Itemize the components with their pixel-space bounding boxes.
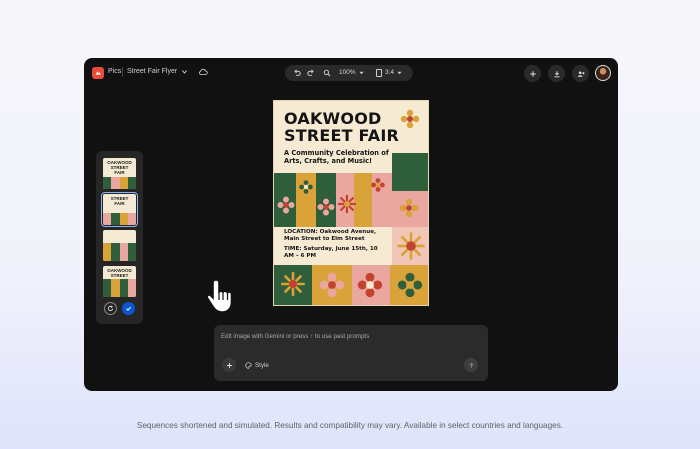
redo-icon[interactable]: [307, 69, 315, 77]
style-button[interactable]: Style: [245, 359, 269, 371]
arrow-up-icon: [468, 362, 474, 368]
aspect-ratio[interactable]: 3:4: [385, 69, 394, 76]
canvas-area: OAKWOOD STREET FAIR STREET FAIR OAKWOOD …: [84, 88, 618, 391]
avatar[interactable]: [595, 65, 611, 81]
flower-decoration: [319, 272, 345, 298]
flower-decoration: [397, 272, 423, 298]
hand-pointer-icon: [206, 279, 233, 313]
cloud-saved-icon: [199, 68, 208, 75]
prompt-input[interactable]: Edit image with Gemini or press ↑ to use…: [221, 333, 369, 340]
disclaimer-text: Sequences shortened and simulated. Resul…: [136, 421, 564, 430]
canvas-controls: 100% 3:4: [285, 65, 413, 81]
thumbnail-pattern: [103, 213, 136, 225]
aspect-ratio-dropdown-icon[interactable]: [397, 71, 402, 75]
send-button[interactable]: [464, 358, 478, 372]
app-logo-icon[interactable]: [92, 67, 104, 79]
thumbnail-pattern: [103, 177, 136, 189]
flower-decoration: [371, 178, 385, 192]
thumbnail-title: STREET FAIR: [110, 196, 129, 206]
download-icon: [553, 70, 560, 77]
flower-decoration: [299, 180, 313, 194]
thumbnail-1[interactable]: OAKWOOD STREET FAIR: [103, 158, 136, 189]
thumbnail-3[interactable]: [103, 230, 136, 261]
thumbnail-pattern: [103, 279, 136, 297]
thumbnail-title: OAKWOOD STREET FAIR: [107, 160, 132, 175]
flower-decoration: [399, 198, 419, 218]
flower-decoration: [277, 196, 295, 214]
poster-title: OAKWOOD STREET FAIR: [284, 109, 400, 145]
version-thumbnails-panel: OAKWOOD STREET FAIR STREET FAIR OAKWOOD …: [96, 151, 143, 324]
chevron-down-icon[interactable]: [181, 69, 188, 75]
thumbnail-2[interactable]: STREET FAIR: [101, 192, 138, 227]
poster-location: LOCATION: Oakwood Avenue, Main Street to…: [284, 229, 377, 242]
prompt-composer: Edit image with Gemini or press ↑ to use…: [214, 325, 488, 381]
top-bar: Pics Street Fair Flyer 100% 3:4: [84, 58, 618, 88]
app-name: Pics: [108, 68, 122, 75]
zoom-level[interactable]: 100%: [339, 69, 356, 76]
poster-time: TIME: Saturday, June 15th, 10 AM – 6 PM: [284, 246, 378, 259]
zoom-dropdown-icon[interactable]: [359, 71, 364, 75]
palette-icon: [245, 361, 252, 369]
pattern-tile: [392, 153, 428, 191]
regenerate-button[interactable]: [104, 302, 117, 315]
title-divider: [122, 67, 123, 77]
plus-icon: [529, 70, 536, 77]
flower-decoration: [397, 232, 425, 260]
share-button[interactable]: [572, 65, 589, 82]
document-title[interactable]: Street Fair Flyer: [127, 68, 177, 75]
download-button[interactable]: [548, 65, 565, 82]
zoom-icon[interactable]: [323, 69, 331, 77]
flower-decoration: [281, 272, 305, 296]
poster-subtitle: A Community Celebration of Arts, Crafts,…: [284, 149, 389, 165]
add-attachment-button[interactable]: [222, 358, 236, 372]
plus-icon: [226, 362, 232, 368]
thumbnail-pattern: [103, 243, 136, 261]
confirm-button[interactable]: [122, 302, 135, 315]
flower-decoration: [317, 198, 335, 216]
flower-decoration: [357, 272, 383, 298]
check-icon: [126, 306, 131, 311]
flower-decoration: [338, 195, 356, 213]
undo-icon[interactable]: [293, 69, 301, 77]
add-person-icon: [577, 70, 585, 77]
poster-image[interactable]: OAKWOOD STREET FAIR A Community Celebrat…: [273, 100, 429, 306]
style-label: Style: [255, 361, 269, 369]
refresh-icon: [107, 305, 114, 312]
app-window: Pics Street Fair Flyer 100% 3:4 OAKWOOD …: [84, 58, 618, 391]
aspect-ratio-icon: [376, 69, 382, 77]
thumbnail-4[interactable]: OAKWOOD STREET FAIR: [103, 266, 136, 297]
add-button[interactable]: [524, 65, 541, 82]
